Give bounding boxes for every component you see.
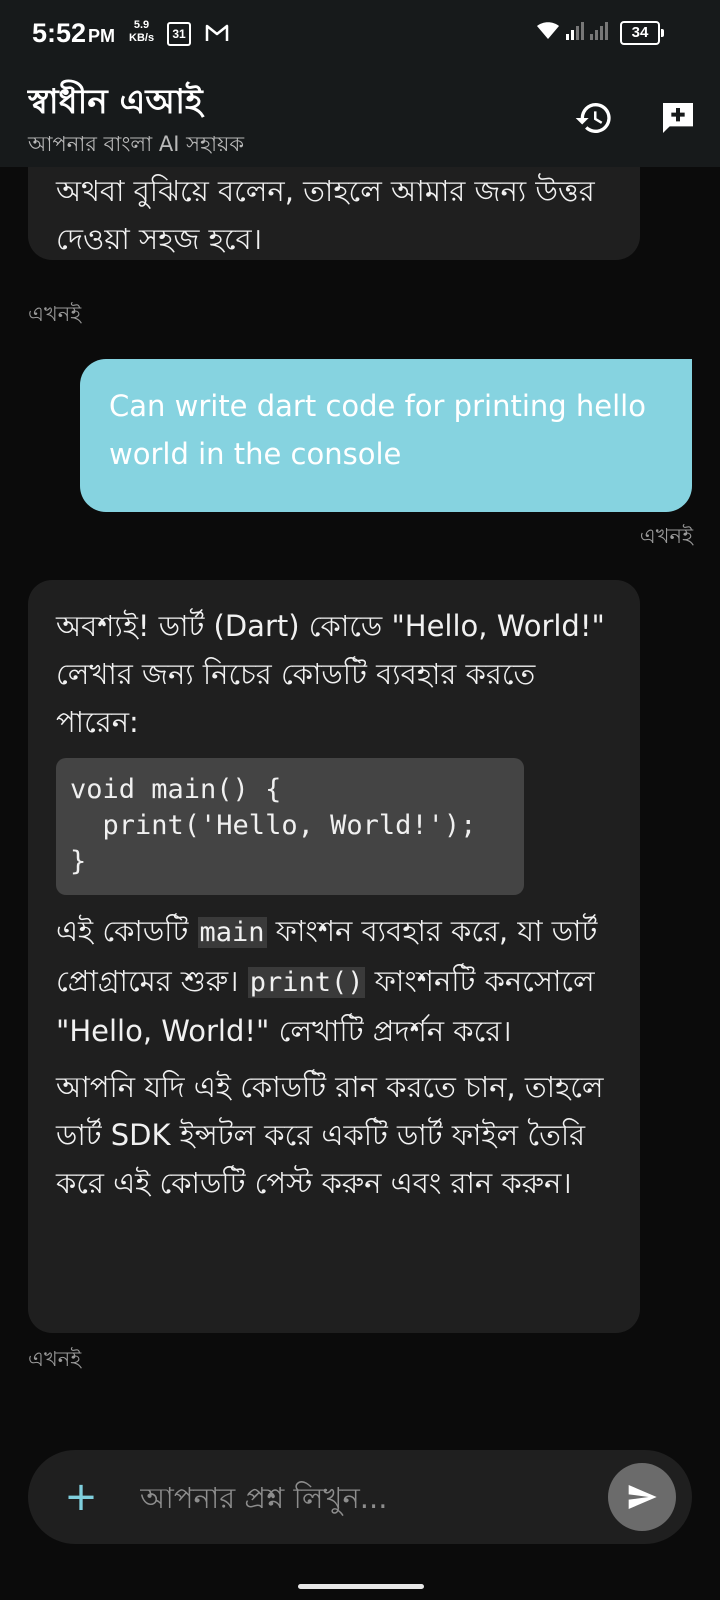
network-speed-value: 5.9 (133, 19, 150, 31)
message-timestamp: এখনই (639, 524, 693, 548)
message-text: অথবা বুঝিয়ে বলেন, তাহলে আমার জন্য উত্তর… (56, 174, 595, 256)
inline-code: print() (247, 967, 366, 998)
message-outro: আপনি যদি এই কোডটি রান করতে চান, তাহলে ডা… (56, 1070, 604, 1200)
status-time-value: 5:52 (32, 18, 87, 48)
message-intro: অবশ্যই! ডার্ট (Dart) কোডে "Hello, World!… (56, 609, 605, 739)
user-message: Can write dart code for printing hello w… (80, 359, 692, 512)
attach-button[interactable]: + (58, 1474, 104, 1520)
app-bar: স্বাধীন এআই আপনার বাংলা AI সহায়ক (0, 70, 720, 167)
status-bar: 5:52 PM 5.9 KB/s 31 34 (0, 0, 720, 70)
send-button[interactable] (608, 1463, 676, 1531)
wifi-icon (537, 22, 559, 44)
assistant-message: অথবা বুঝিয়ে বলেন, তাহলে আমার জন্য উত্তর… (28, 167, 640, 260)
calendar-icon: 31 (167, 22, 191, 46)
message-text: Can write dart code for printing hello w… (109, 389, 646, 471)
code-block[interactable]: void main() { print('Hello, World!'); } (56, 758, 524, 895)
gmail-icon (205, 23, 229, 47)
message-timestamp: এখনই (28, 1347, 82, 1371)
assistant-message: অবশ্যই! ডার্ট (Dart) কোডে "Hello, World!… (28, 580, 640, 1333)
message-input[interactable] (138, 1470, 622, 1526)
status-time-ampm: PM (88, 26, 116, 46)
send-icon (628, 1485, 657, 1509)
message-composer: + (28, 1450, 692, 1544)
app-title: স্বাধীন এআই (28, 82, 203, 122)
signal-icon (566, 20, 614, 46)
message-explanation: এই কোডটি main ফাংশন ব্যবহার করে, যা ডার্… (56, 907, 612, 1055)
status-time: 5:52 PM (32, 18, 115, 49)
network-speed-unit: KB/s (129, 32, 155, 44)
system-nav-bar (0, 1570, 720, 1600)
explanation-text: এই কোডটি (56, 914, 198, 948)
network-speed: 5.9 KB/s (129, 19, 154, 45)
battery-icon: 34 (620, 21, 664, 45)
new-chat-button[interactable] (654, 94, 702, 142)
message-timestamp: এখনই (28, 302, 82, 326)
history-button[interactable] (570, 94, 618, 142)
chat-list[interactable]: অথবা বুঝিয়ে বলেন, তাহলে আমার জন্য উত্তর… (0, 167, 720, 1450)
new-chat-icon (663, 103, 693, 133)
history-icon (575, 103, 611, 133)
home-indicator[interactable] (298, 1584, 424, 1589)
inline-code: main (197, 917, 267, 948)
app-subtitle: আপনার বাংলা AI সহায়ক (28, 132, 245, 156)
